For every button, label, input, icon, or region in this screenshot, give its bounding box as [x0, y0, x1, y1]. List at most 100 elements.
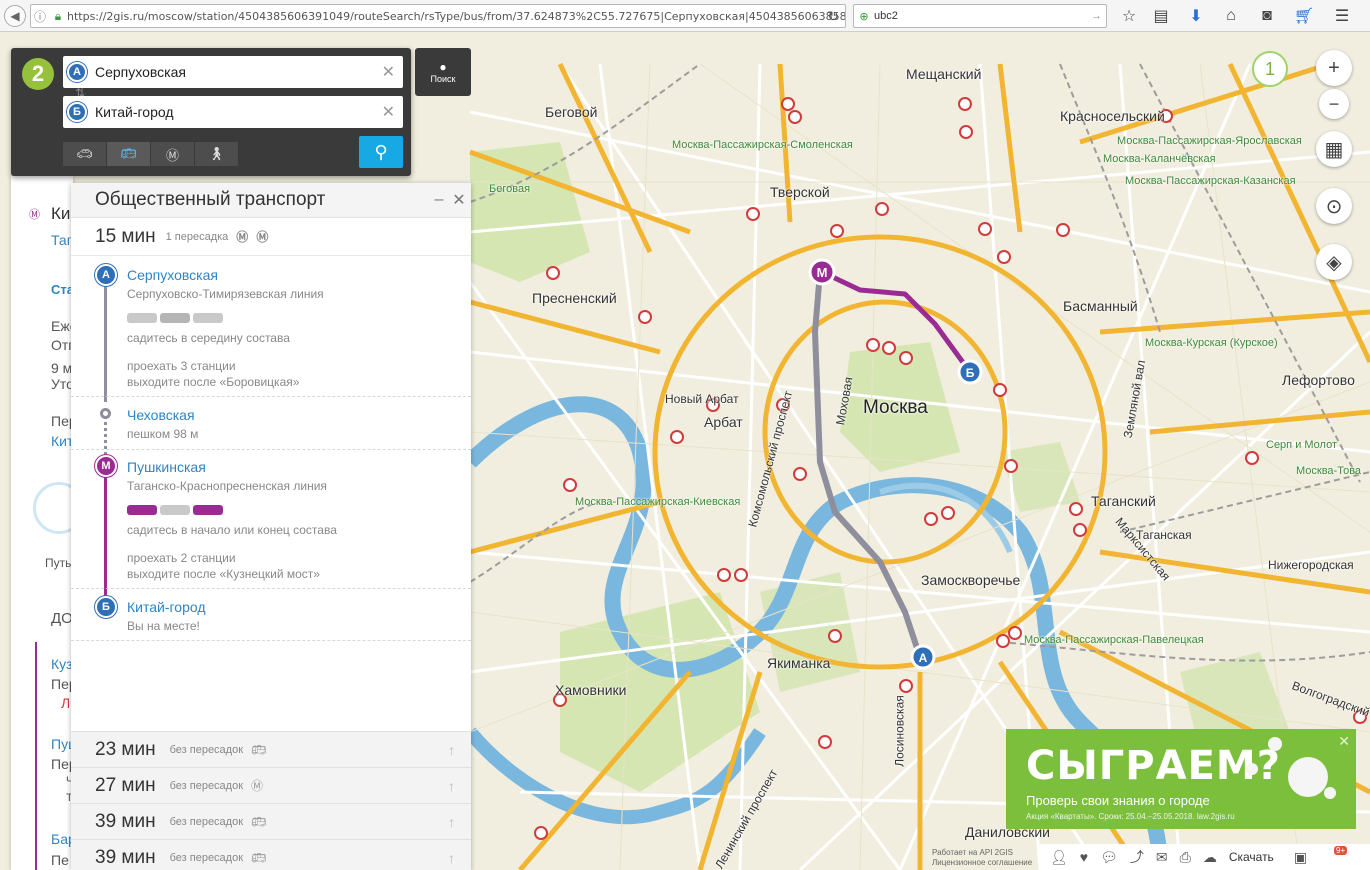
sidebar-fragment[interactable]: Куз [51, 656, 73, 672]
reading-list-icon[interactable]: ▤ [1149, 5, 1173, 27]
balloon-icon [1246, 763, 1258, 775]
back-icon[interactable]: ◀ [4, 5, 26, 27]
balloon-icon [1324, 787, 1336, 799]
share-icon[interactable]: ⤴ [1130, 847, 1144, 867]
route-end-pin: Б [966, 366, 975, 380]
cart-icon[interactable]: 🛒︎ [1292, 5, 1316, 27]
cloud-download-icon[interactable]: ☁ [1203, 849, 1217, 866]
sidebar-fragment[interactable]: Кит [51, 433, 73, 449]
alt-route[interactable]: 39 мин без пересадок 🚌︎ ↑ [71, 839, 471, 870]
download-icon[interactable]: ⬇ [1184, 5, 1208, 27]
search-go-icon[interactable]: → [1091, 10, 1102, 22]
comment-icon[interactable]: 💬︎ [1100, 849, 1118, 866]
station-label: Москва-Пассажирская-Смоленская [672, 139, 853, 151]
metro-mode-icon[interactable]: Ⓜ [151, 142, 194, 166]
locate-icon[interactable]: ⊙ [1316, 188, 1352, 224]
stop-name[interactable]: Китай-город [127, 599, 206, 615]
zoom-in-button[interactable]: + [1316, 50, 1352, 86]
metro-icon: Ⓜ [236, 230, 249, 244]
clear-from-icon[interactable]: ✕ [382, 62, 395, 82]
browser-search-input[interactable]: ⊕ ubc2 → [853, 4, 1107, 28]
sidebar-fragment[interactable]: Пуш [51, 736, 73, 752]
stop-name[interactable]: Пушкинская [127, 459, 206, 475]
home-icon[interactable]: ⌂ [1219, 5, 1243, 27]
district-label: Мещанский [906, 66, 982, 82]
ruler-icon[interactable]: ▦ [1316, 131, 1352, 167]
alt-note: без пересадок [169, 743, 244, 756]
email-icon[interactable]: ✉ [1156, 849, 1168, 866]
expand-arrow-icon[interactable]: ↑ [448, 742, 455, 758]
bus-mode-icon[interactable]: 🚌︎ [107, 142, 150, 166]
promo-title: СЫГРАЕМ? [1026, 743, 1281, 789]
close-icon[interactable]: ✕ [451, 190, 467, 210]
walk-mode-icon[interactable]: 🚶︎ [195, 142, 238, 166]
minimize-icon[interactable]: – [431, 191, 447, 209]
from-field[interactable]: А Серпуховская ✕ [63, 56, 403, 88]
user-icon[interactable]: 👤︎ [1050, 849, 1068, 866]
alt-duration: 39 мин [95, 810, 156, 832]
zoom-out-button[interactable]: − [1319, 89, 1349, 119]
notifications-icon[interactable]: ▣ [1294, 849, 1307, 866]
sidebar-fragment[interactable]: Бар [51, 831, 73, 847]
train-cars-icon [127, 313, 223, 323]
street-label: Новый Арбат [665, 392, 739, 406]
metro-icon: Ⓜ [251, 779, 264, 793]
menu-icon[interactable]: ☰ [1330, 5, 1354, 27]
reload-icon[interactable]: ↻ [827, 8, 839, 25]
transit-panel: Общественный транспорт – ✕ 15 мин 1 пере… [71, 183, 471, 870]
sidebar-fragment: ДО [51, 610, 73, 627]
balloon-icon [1288, 757, 1328, 797]
expand-arrow-icon[interactable]: ↑ [448, 778, 455, 794]
license-link[interactable]: Лицензионное соглашение [932, 858, 1032, 868]
alt-note: без пересадок [169, 779, 244, 792]
alt-route[interactable]: 39 мин без пересадок 🚌︎ ↑ [71, 803, 471, 839]
download-label[interactable]: Скачать [1229, 850, 1274, 864]
route-summary[interactable]: 15 мин 1 пересадка Ⓜ Ⓜ [71, 218, 471, 256]
sidebar-fragment: Ки [51, 204, 71, 223]
transport-mode-tabs: 🚗︎ 🚌︎ Ⓜ 🚶︎ [63, 142, 239, 166]
floor-indicator[interactable]: 1 [1252, 51, 1288, 87]
favorite-icon[interactable]: ♥ [1080, 849, 1088, 865]
car-mode-icon[interactable]: 🚗︎ [63, 142, 106, 166]
pocket-icon[interactable]: ◙ [1255, 5, 1279, 27]
promo-terms: Акция «Квартаты». Сроки: 25.04.–25.05.20… [1026, 812, 1235, 821]
boarding-tip: садитесь в начало или конец состава [127, 523, 337, 537]
to-field[interactable]: Б Китай-город ✕ [63, 96, 403, 128]
search-button[interactable]: ⚲ [359, 136, 403, 168]
sidebar-fragment[interactable]: Ста [51, 282, 73, 297]
address-bar[interactable]: ⓘ 🔒︎ https://2gis.ru/moscow/station/4504… [30, 4, 846, 28]
sidebar-fragment: Л [61, 695, 71, 711]
search-engine-icon: ⊕ [859, 10, 869, 23]
print-icon[interactable]: ⎙ [1180, 849, 1191, 866]
stop-name[interactable]: Чеховская [127, 407, 195, 423]
station-label: Серп и Молот [1266, 439, 1338, 451]
exit-after: выходите после «Боровицкая» [127, 375, 300, 389]
promo-banner[interactable]: СЫГРАЕМ? Проверь свои знания о городе Ак… [1006, 729, 1356, 829]
layers-icon[interactable]: ◈ [1316, 244, 1352, 280]
expand-arrow-icon[interactable]: ↑ [448, 850, 455, 866]
close-icon[interactable]: ✕ [1338, 733, 1350, 750]
clear-to-icon[interactable]: ✕ [382, 102, 395, 122]
poisk-button[interactable]: ● Поиск [415, 48, 471, 96]
bus-icon: 🚌︎ [251, 742, 267, 757]
route-start-pin: А [919, 651, 928, 665]
bookmark-star-icon[interactable]: ☆ [1117, 5, 1141, 27]
alt-duration: 23 мин [95, 738, 156, 760]
alt-route[interactable]: 27 мин без пересадок Ⓜ ↑ [71, 767, 471, 803]
ride-count: проехать 2 станции [127, 551, 236, 565]
exit-after: выходите после «Кузнецкий мост» [127, 567, 320, 581]
bottom-toolbar: 👤︎ ♥ 💬︎ ⤴ ✉ ⎙ ☁ Скачать ▣ [1040, 844, 1370, 870]
stop-name[interactable]: Серпуховская [127, 267, 218, 283]
route-search-panel: 2 А Серпуховская ✕ ⇅ Б Китай-город ✕ 🚗︎ … [11, 48, 411, 176]
2gis-logo[interactable]: 2 [22, 58, 54, 90]
notification-badge: 9+ [1334, 846, 1348, 855]
panel-header: Общественный транспорт – ✕ [71, 183, 471, 218]
district-label: Беговой [545, 104, 598, 120]
map-credits: Работает на API 2GIS Лицензионное соглаш… [932, 848, 1032, 868]
sidebar-fragment: Пер [51, 676, 73, 692]
district-label: Замоскворечье [921, 572, 1021, 588]
expand-arrow-icon[interactable]: ↑ [448, 814, 455, 830]
alt-route[interactable]: 23 мин без пересадок 🚌︎ ↑ [71, 731, 471, 767]
station-label: Москва-Пассажирская-Киевская [575, 496, 741, 508]
sidebar-fragment[interactable]: Таг [51, 232, 72, 248]
